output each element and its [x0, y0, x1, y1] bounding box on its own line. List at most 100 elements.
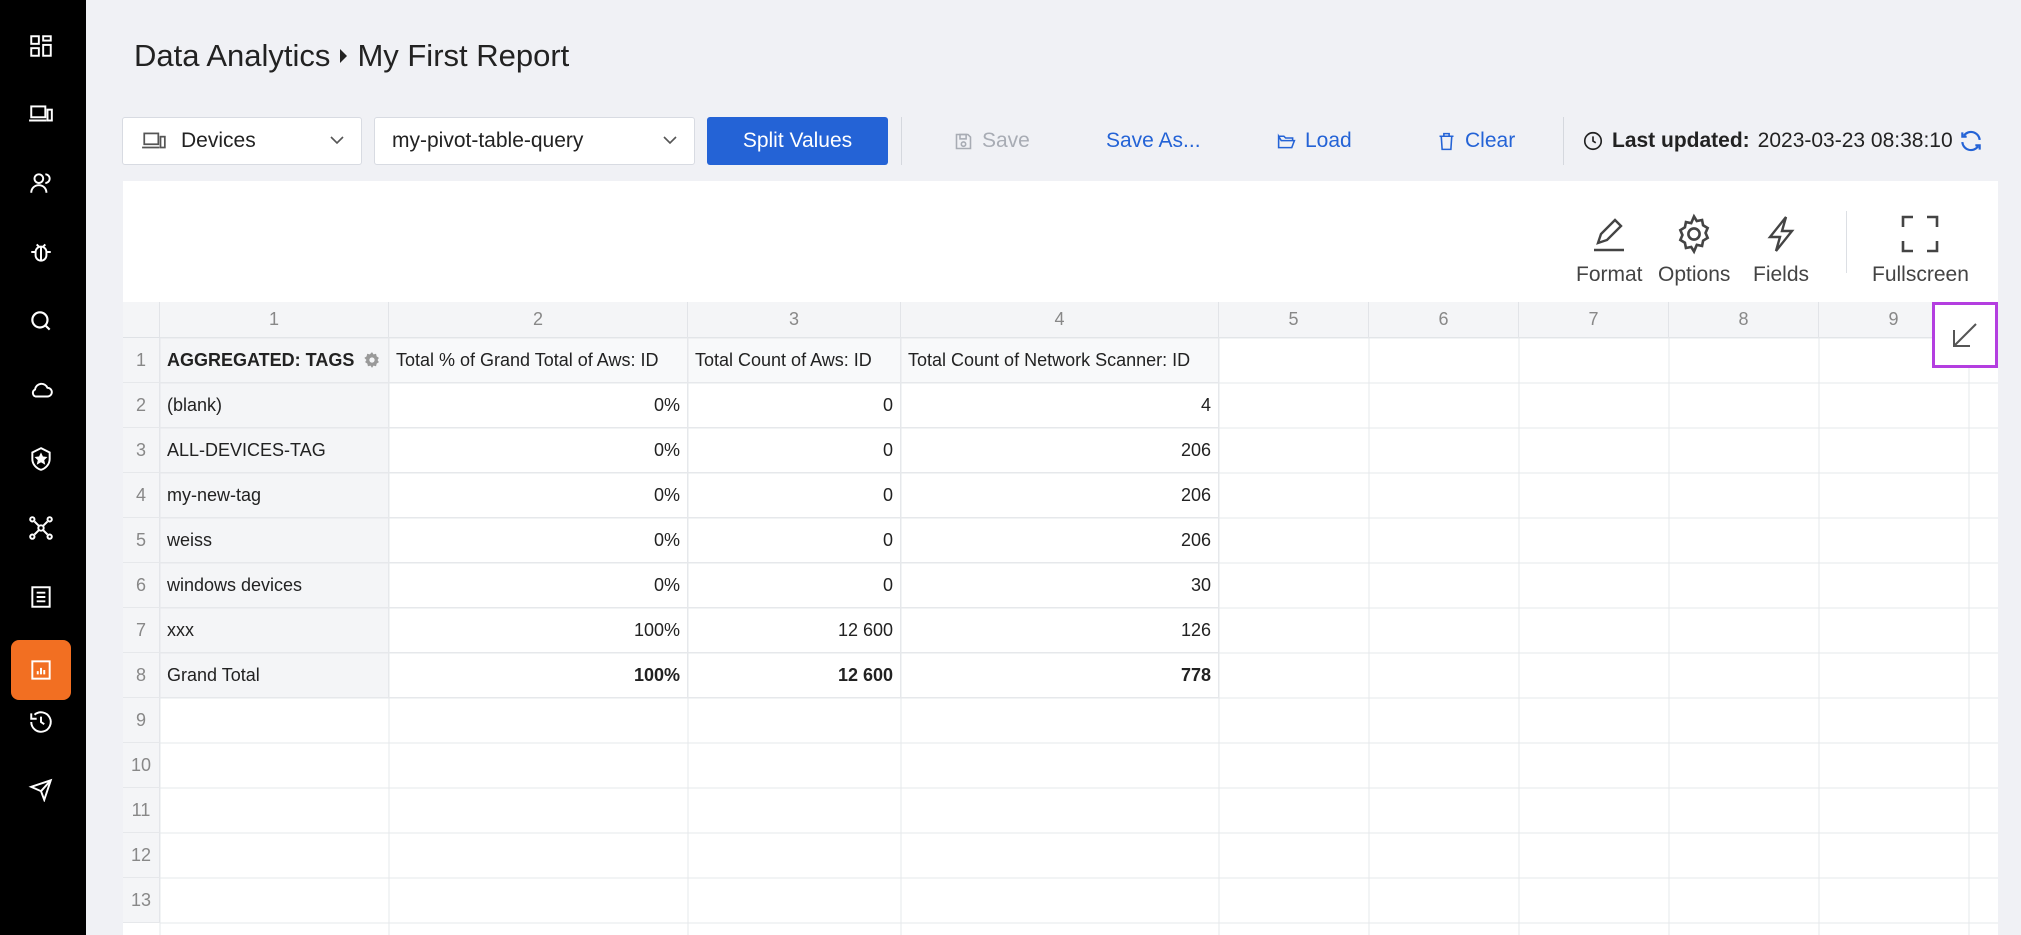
table-cell[interactable]: 0%: [389, 428, 688, 473]
save-as-label: Save As...: [1106, 129, 1201, 152]
query-select[interactable]: my-pivot-table-query: [374, 117, 695, 165]
table-cell[interactable]: 100%: [389, 608, 688, 653]
row-number[interactable]: 12: [123, 833, 160, 878]
row-label[interactable]: xxx: [160, 608, 389, 653]
table-cell[interactable]: 0%: [389, 473, 688, 518]
row-field-header[interactable]: AGGREGATED: TAGS: [160, 338, 389, 383]
nav-dashboard[interactable]: [11, 16, 71, 76]
column-header[interactable]: 3: [688, 302, 901, 338]
nav-devices[interactable]: [11, 84, 71, 144]
row-label[interactable]: (blank): [160, 383, 389, 428]
security-shield-icon: [31, 447, 51, 471]
row-field-header-label: AGGREGATED: TAGS: [167, 349, 355, 370]
table-cell[interactable]: 30: [901, 563, 1219, 608]
row-label[interactable]: ALL-DEVICES-TAG: [160, 428, 389, 473]
page-title: My First Report: [357, 38, 570, 73]
pivot-grid: 1 2 3 4 5 6 7 8 9 1 2 3 4 5 6 7 8 9 10 1…: [123, 302, 1998, 935]
grand-total-cell[interactable]: 12 600: [688, 653, 901, 698]
value-header[interactable]: Total % of Grand Total of Aws: ID: [389, 338, 688, 383]
collapse-button[interactable]: [1932, 302, 1998, 368]
column-header[interactable]: 2: [389, 302, 688, 338]
grand-total-label[interactable]: Grand Total: [160, 653, 389, 698]
toolbar-divider: [901, 117, 902, 165]
row-number[interactable]: 11: [123, 788, 160, 833]
row-number[interactable]: 3: [123, 428, 160, 473]
last-updated-value: 2023-03-23 08:38:10: [1757, 129, 1953, 152]
entity-select[interactable]: Devices: [122, 117, 362, 165]
value-header[interactable]: Total Count of Network Scanner: ID: [901, 338, 1219, 383]
row-number[interactable]: 4: [123, 473, 160, 518]
breadcrumb-separator-icon: [340, 49, 348, 63]
dashboard-icon: [30, 35, 52, 57]
options-button[interactable]: Options: [1658, 213, 1730, 287]
table-cell[interactable]: 126: [901, 608, 1219, 653]
row-label[interactable]: my-new-tag: [160, 473, 389, 518]
column-header[interactable]: 6: [1369, 302, 1519, 338]
nav-send[interactable]: [11, 759, 71, 819]
table-cell[interactable]: 0: [688, 428, 901, 473]
format-button[interactable]: Format: [1576, 213, 1643, 287]
refresh-icon[interactable]: [1958, 128, 1984, 154]
tools-divider: [1846, 211, 1847, 273]
clear-button[interactable]: Clear: [1436, 126, 1515, 156]
gear-icon[interactable]: [363, 351, 381, 369]
data-analytics-icon: [31, 660, 51, 680]
fullscreen-button[interactable]: Fullscreen: [1872, 213, 1969, 287]
users-icon: [30, 173, 51, 193]
row-number[interactable]: 1: [123, 338, 160, 383]
column-header[interactable]: 8: [1669, 302, 1819, 338]
row-label[interactable]: weiss: [160, 518, 389, 563]
table-cell[interactable]: 0%: [389, 518, 688, 563]
table-cell[interactable]: 0: [688, 563, 901, 608]
nav-vulnerabilities[interactable]: [11, 222, 71, 282]
row-number[interactable]: 2: [123, 383, 160, 428]
row-number[interactable]: 10: [123, 743, 160, 788]
nav-query[interactable]: [11, 291, 71, 351]
nav-data-analytics[interactable]: [11, 640, 71, 700]
table-cell[interactable]: 0: [688, 383, 901, 428]
folder-open-icon: [1277, 132, 1296, 148]
bug-icon: [31, 243, 51, 262]
nav-security[interactable]: [11, 429, 71, 489]
row-number[interactable]: 7: [123, 608, 160, 653]
nav-users[interactable]: [11, 153, 71, 213]
table-cell[interactable]: 0: [688, 518, 901, 563]
trash-icon: [1439, 132, 1454, 150]
split-values-button[interactable]: Split Values: [707, 117, 888, 165]
table-cell[interactable]: 206: [901, 428, 1219, 473]
value-header[interactable]: Total Count of Aws: ID: [688, 338, 901, 383]
table-cell[interactable]: 206: [901, 518, 1219, 563]
load-button[interactable]: Load: [1276, 126, 1352, 156]
column-header[interactable]: 4: [901, 302, 1219, 338]
column-header[interactable]: 1: [160, 302, 389, 338]
row-number[interactable]: 5: [123, 518, 160, 563]
nav-cloud[interactable]: [11, 360, 71, 420]
row-number[interactable]: 6: [123, 563, 160, 608]
grand-total-cell[interactable]: 778: [901, 653, 1219, 698]
save-as-button[interactable]: Save As...: [1106, 126, 1201, 156]
nav-history[interactable]: [11, 692, 71, 752]
load-label: Load: [1305, 129, 1352, 152]
table-cell[interactable]: 206: [901, 473, 1219, 518]
query-select-value: my-pivot-table-query: [392, 129, 584, 152]
breadcrumb-parent[interactable]: Data Analytics: [134, 38, 330, 74]
table-cell[interactable]: 0: [688, 473, 901, 518]
table-cell[interactable]: 4: [901, 383, 1219, 428]
nav-reports[interactable]: [11, 567, 71, 627]
row-number[interactable]: 13: [123, 878, 160, 923]
grand-total-cell[interactable]: 100%: [389, 653, 688, 698]
last-updated-label: Last updated:: [1612, 129, 1750, 152]
row-number[interactable]: 8: [123, 653, 160, 698]
nav-network[interactable]: [11, 498, 71, 558]
arrow-down-left-icon: [1953, 323, 1977, 347]
chevron-down-icon: [330, 136, 344, 145]
column-header[interactable]: 5: [1219, 302, 1369, 338]
table-cell[interactable]: 0%: [389, 563, 688, 608]
table-cell[interactable]: 12 600: [688, 608, 901, 653]
column-header[interactable]: 7: [1519, 302, 1669, 338]
row-label[interactable]: windows devices: [160, 563, 389, 608]
table-cell[interactable]: 0%: [389, 383, 688, 428]
fields-button[interactable]: Fields: [1753, 213, 1809, 287]
save-button[interactable]: Save: [953, 126, 1030, 156]
row-number[interactable]: 9: [123, 698, 160, 743]
